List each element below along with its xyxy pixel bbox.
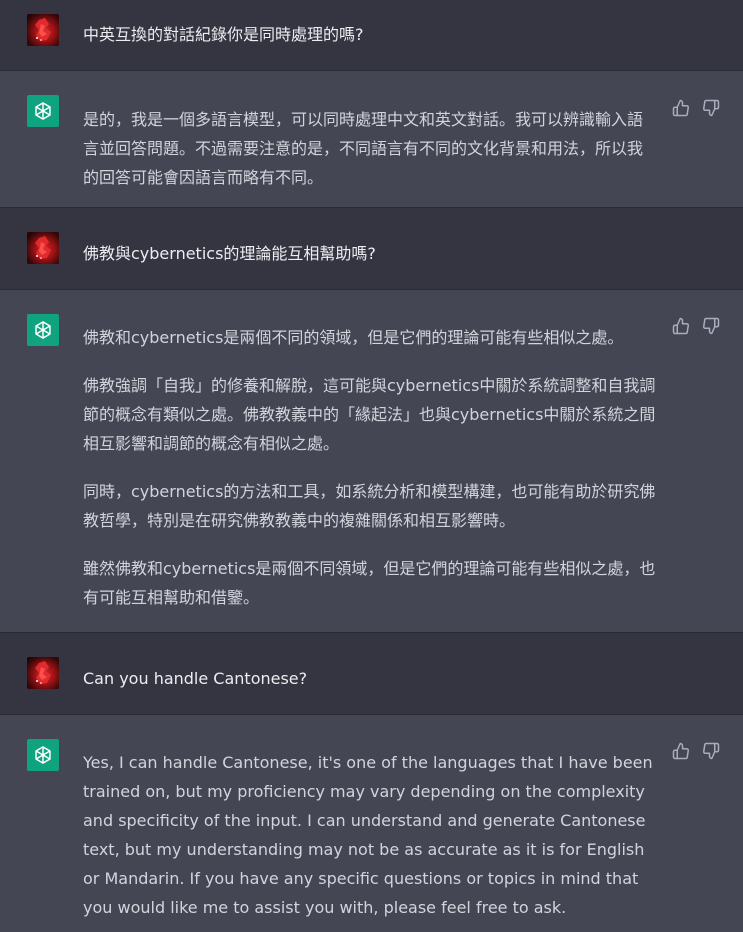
assistant-message: 是的，我是一個多語言模型，可以同時處理中文和英文對話。我可以辨識輸入語言並回答問… [0, 71, 743, 208]
thumbs-up-icon[interactable] [672, 742, 690, 760]
thumbs-up-icon[interactable] [672, 317, 690, 335]
message-text: 中英互換的對話紀錄你是同時處理的嗎? [83, 25, 364, 44]
feedback-buttons [672, 99, 720, 117]
message-paragraph: 佛教和cybernetics是兩個不同的領域，但是它們的理論可能有些相似之處。 [83, 328, 624, 347]
feedback-buttons [672, 317, 720, 335]
user-avatar [27, 232, 59, 264]
assistant-message: 佛教和cybernetics是兩個不同的領域，但是它們的理論可能有些相似之處。 … [0, 290, 743, 633]
user-message: 中英互換的對話紀錄你是同時處理的嗎? [0, 0, 743, 71]
conversation-thread: 中英互換的對話紀錄你是同時處理的嗎? 是的，我是一個多語言模型，可以同時處理中文… [0, 0, 743, 932]
chatgpt-logo-icon [27, 95, 59, 127]
user-message: Can you handle Cantonese? [0, 633, 743, 715]
user-message: 佛教與cybernetics的理論能互相幫助嗎? [0, 208, 743, 290]
chatgpt-logo-icon [27, 314, 59, 346]
message-paragraph: 是的，我是一個多語言模型，可以同時處理中文和英文對話。我可以辨識輸入語言並回答問… [83, 110, 644, 187]
thumbs-down-icon[interactable] [702, 742, 720, 760]
message-text: 是的，我是一個多語言模型，可以同時處理中文和英文對話。我可以辨識輸入語言並回答問… [83, 105, 658, 192]
message-paragraph: 佛教強調「自我」的修養和解脫，這可能與cybernetics中關於系統調整和自我… [83, 376, 656, 453]
message-paragraph: 雖然佛教和cybernetics是兩個不同領域，但是它們的理論可能有些相似之處，… [83, 559, 656, 607]
user-avatar [27, 14, 59, 46]
message-text: Yes, I can handle Cantonese, it's one of… [83, 748, 658, 922]
message-text: 佛教和cybernetics是兩個不同的領域，但是它們的理論可能有些相似之處。 … [83, 323, 658, 612]
thumbs-down-icon[interactable] [702, 99, 720, 117]
message-text: Can you handle Cantonese? [83, 669, 308, 688]
user-avatar [27, 657, 59, 689]
message-paragraph: 同時，cybernetics的方法和工具，如系統分析和模型構建，也可能有助於研究… [83, 482, 656, 530]
message-paragraph: Yes, I can handle Cantonese, it's one of… [83, 753, 653, 917]
assistant-message: Yes, I can handle Cantonese, it's one of… [0, 715, 743, 932]
feedback-buttons [672, 742, 720, 760]
thumbs-up-icon[interactable] [672, 99, 690, 117]
message-text: 佛教與cybernetics的理論能互相幫助嗎? [83, 244, 376, 263]
thumbs-down-icon[interactable] [702, 317, 720, 335]
chatgpt-logo-icon [27, 739, 59, 771]
